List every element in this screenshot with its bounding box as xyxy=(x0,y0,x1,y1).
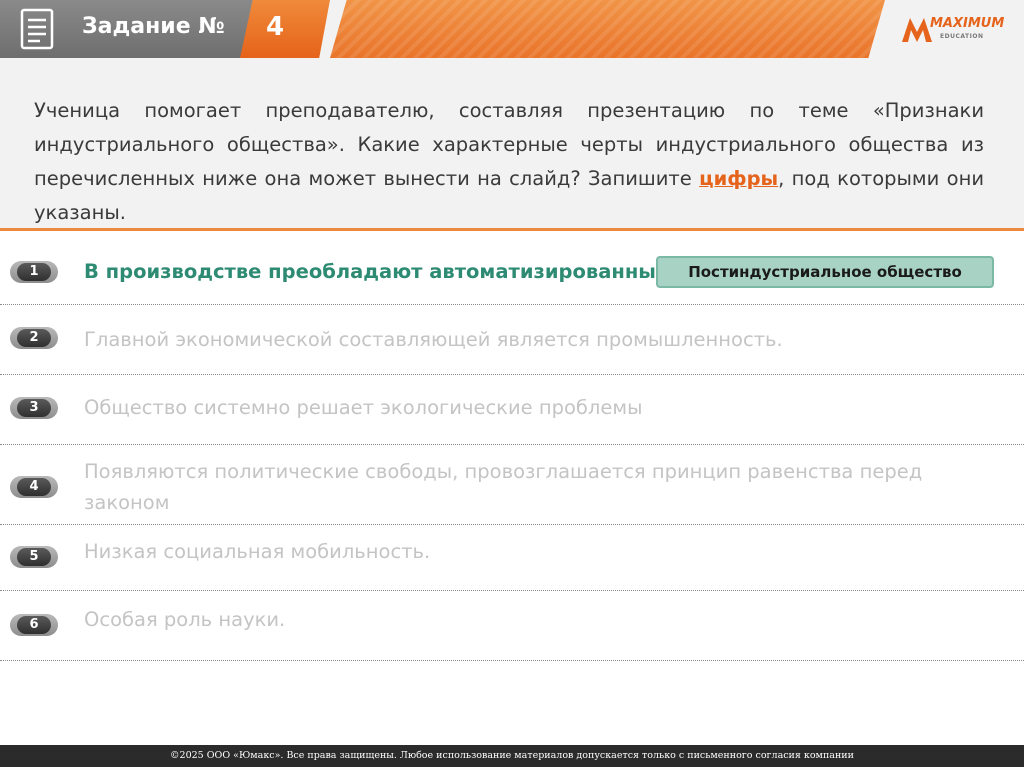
document-icon xyxy=(20,8,54,50)
option-divider xyxy=(0,590,1024,591)
task-number: 4 xyxy=(265,12,285,42)
answer-badge[interactable]: Постиндустриальное общество xyxy=(656,256,994,288)
option-divider xyxy=(0,304,1024,305)
option-number: 1 xyxy=(17,263,51,281)
option-number: 5 xyxy=(17,548,51,566)
option-number: 3 xyxy=(17,399,51,417)
option-text: Общество системно решает экологические п… xyxy=(84,396,643,419)
question-divider xyxy=(0,228,1024,231)
option-divider xyxy=(0,374,1024,375)
option-number: 6 xyxy=(17,616,51,634)
option-number: 2 xyxy=(17,329,51,347)
option-number-pill: 4 xyxy=(10,476,58,498)
task-title: Задание № xyxy=(82,14,225,39)
maximum-logo: MAXIMUM EDUCATION xyxy=(900,12,1020,48)
option-number-pill: 3 xyxy=(10,397,58,419)
option-number-pill: 6 xyxy=(10,614,58,636)
option-divider xyxy=(0,524,1024,525)
logo-mark-icon xyxy=(902,18,932,42)
copyright-footer: ©2025 ООО «Юмакс». Все права защищены. Л… xyxy=(0,745,1024,767)
option-number-pill: 1 xyxy=(10,261,58,283)
logo-text: MAXIMUM xyxy=(930,16,1005,31)
header-bar: Задание № 4 MAXIMUM EDUCATION xyxy=(0,0,1024,58)
option-number: 4 xyxy=(17,478,51,496)
option-number-pill: 2 xyxy=(10,327,58,349)
question-text: Ученица помогает преподавателю, составля… xyxy=(34,94,984,230)
logo-subtext: EDUCATION xyxy=(940,33,984,40)
header-stripe-banner xyxy=(330,0,885,58)
option-text: Главной экономической составляющей являе… xyxy=(84,328,783,351)
option-divider xyxy=(0,660,1024,661)
option-number-pill: 5 xyxy=(10,546,58,568)
question-panel: Ученица помогает преподавателю, составля… xyxy=(0,58,1024,230)
option-text: В производстве преобладают автоматизиров… xyxy=(84,260,670,283)
question-keyword: цифры xyxy=(699,167,779,190)
option-text: Появляются политические свободы, провозг… xyxy=(84,460,923,514)
option-text: Низкая социальная мобильность. xyxy=(84,540,431,563)
option-divider xyxy=(0,444,1024,445)
option-text: Особая роль науки. xyxy=(84,608,286,631)
